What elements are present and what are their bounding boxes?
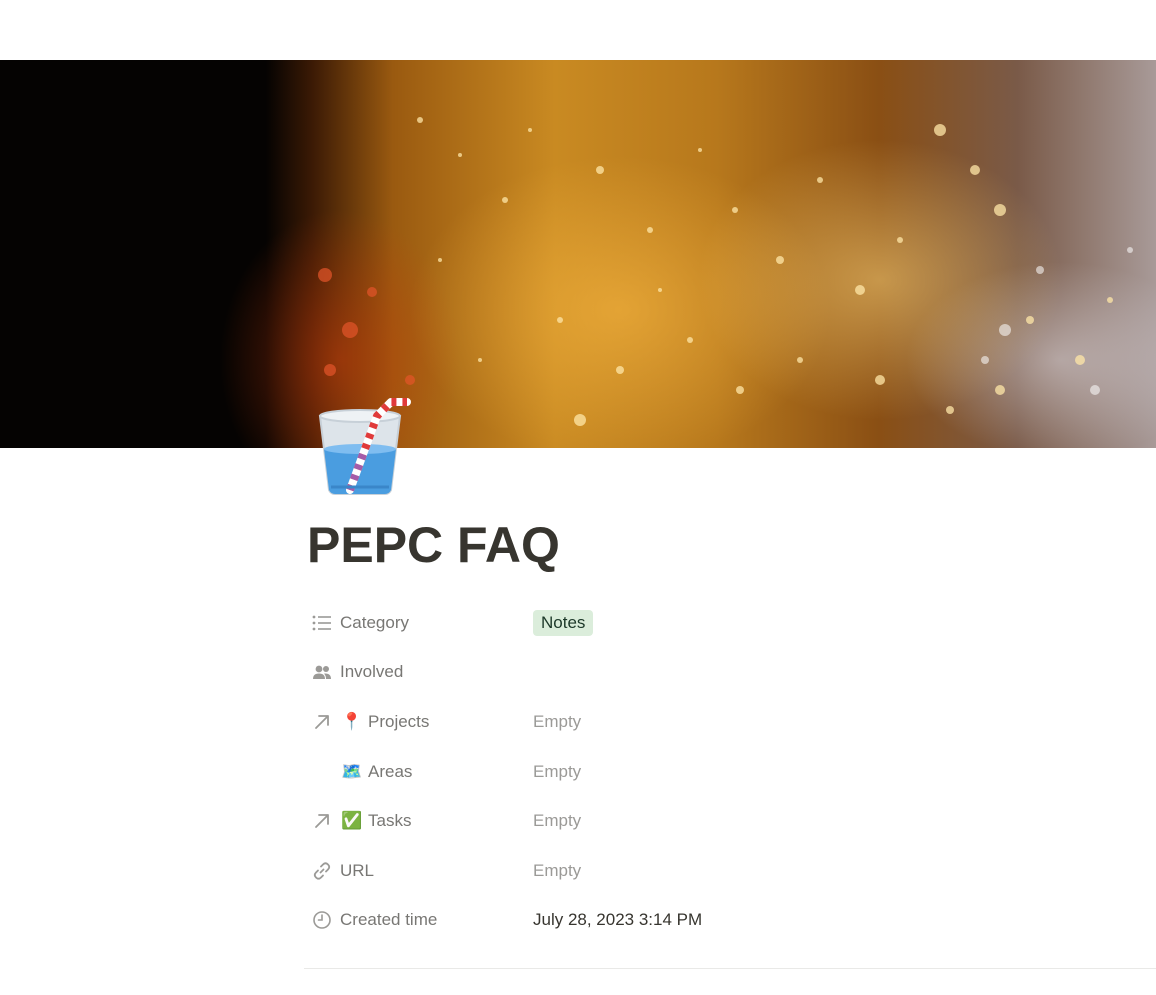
map-icon: 🗺️ (341, 761, 363, 782)
property-name[interactable]: Category (304, 606, 533, 640)
property-row-created-time[interactable]: Created time July 28, 2023 3:14 PM (304, 896, 1156, 946)
property-value[interactable]: Empty (533, 861, 581, 881)
property-label: Tasks (368, 811, 412, 831)
link-icon (304, 861, 340, 881)
page-title[interactable]: PEPC FAQ (307, 512, 560, 578)
list-icon (304, 615, 340, 631)
property-row-category[interactable]: Category Notes (304, 598, 1156, 648)
property-row-tasks[interactable]: ✅ Tasks Empty (304, 796, 1156, 846)
property-name[interactable]: 🗺️ Areas (304, 755, 533, 789)
top-bar (0, 0, 1156, 60)
property-value[interactable]: July 28, 2023 3:14 PM (533, 910, 702, 930)
property-label: Category (340, 612, 409, 632)
property-label: Created time (340, 910, 438, 930)
cover-bubbles (318, 117, 1133, 426)
divider (304, 968, 1156, 969)
property-name[interactable]: Involved (304, 655, 533, 689)
arrow-up-right-icon (304, 713, 340, 731)
property-row-involved[interactable]: Involved (304, 648, 1156, 698)
property-label: Projects (368, 711, 430, 731)
property-name[interactable]: Created time (304, 903, 533, 937)
property-value[interactable]: Empty (533, 712, 581, 732)
property-row-projects[interactable]: 📍 Projects Empty (304, 697, 1156, 747)
property-value[interactable]: Empty (533, 811, 581, 831)
property-name[interactable]: ✅ Tasks (304, 804, 533, 838)
property-name[interactable]: 📍 Projects (304, 705, 533, 739)
property-row-url[interactable]: URL Empty (304, 846, 1156, 896)
pin-icon: 📍 (341, 711, 363, 732)
property-name[interactable]: URL (304, 854, 533, 888)
cover-image[interactable] (0, 60, 1156, 448)
check-mark-icon: ✅ (341, 811, 363, 832)
property-row-areas[interactable]: 🗺️ Areas Empty (304, 747, 1156, 797)
arrow-up-right-icon (304, 812, 340, 830)
clock-icon (304, 910, 340, 930)
property-value[interactable]: Empty (533, 762, 581, 782)
property-label: URL (340, 860, 375, 880)
people-icon (304, 664, 340, 680)
category-tag[interactable]: Notes (533, 609, 594, 636)
property-label: Areas (368, 761, 413, 781)
properties-list: Category Notes Involved 📍 Projects Empty… (304, 598, 1156, 945)
cup-with-straw-icon[interactable] (315, 394, 415, 498)
property-label: Involved (340, 662, 404, 682)
property-value[interactable]: Notes (533, 609, 594, 636)
